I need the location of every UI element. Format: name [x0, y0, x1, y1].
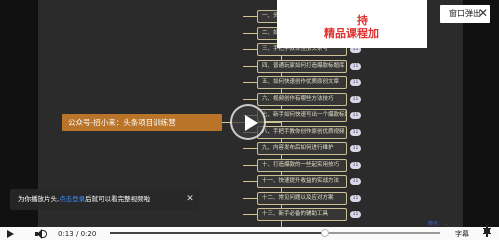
mindmap-node-badge: 11 [350, 145, 361, 152]
mindmap-node-badge: 11 [350, 79, 361, 86]
watermark: 微信：... [428, 221, 448, 227]
fullscreen-icon [483, 225, 491, 237]
close-icon[interactable]: ✕ [476, 4, 490, 22]
mindmap-node-badge: 11 [350, 194, 361, 202]
play-overlay-button[interactable] [230, 104, 266, 140]
mindmap-branch [243, 32, 257, 34]
duration: 0:20 [80, 230, 97, 238]
mindmap-branch [243, 65, 257, 67]
toast-close-icon[interactable]: ✕ [185, 189, 195, 210]
mindmap-branch [243, 164, 257, 166]
progress-handle[interactable] [320, 229, 329, 237]
mindmap-branch [243, 197, 257, 199]
play-button[interactable] [4, 228, 18, 240]
mindmap-node-badge: 11 [350, 112, 361, 119]
mindmap-node: 十三、新手必备的辅助工具 [257, 208, 347, 221]
mindmap-branch [243, 148, 257, 149]
mindmap-node: 五、如何快速创作优质原创文章 [257, 76, 347, 89]
mindmap-branch [243, 98, 257, 100]
mindmap-node-badge: 11 [350, 178, 361, 185]
login-prompt-toast: 为你播放片头,点击登录后就可以看完整视频啦 ✕ [10, 189, 199, 210]
toast-suffix: 后就可以看完整视频啦 [85, 195, 151, 203]
play-icon [245, 115, 258, 131]
mindmap-node-badge: 11 [350, 95, 361, 103]
mindmap-node: 十二、常见问题以及应对方案 [257, 191, 347, 205]
promo-banner: 持 精品课程加 [277, 0, 427, 48]
time-separator: / [75, 230, 79, 238]
toast-prefix: 为你播放片头, [18, 195, 60, 203]
mindmap-node-badge: 11 [350, 211, 361, 218]
current-time: 0:13 [58, 230, 74, 238]
mindmap-node: 十、打造爆款的一些起实用技巧 [257, 158, 347, 172]
mindmap-node: 九、内容发布后如何进行维护 [257, 142, 347, 155]
play-icon [7, 230, 14, 238]
mindmap-node: 四、普通玩家如何打造爆款标题库 [257, 59, 347, 73]
mindmap-node: 六、视频创作有哪些方法技巧 [257, 92, 347, 106]
mindmap-node-badge: 11 [350, 128, 361, 136]
mindmap-branch [243, 214, 257, 215]
time-display: 0:13 / 0:20 [58, 228, 106, 240]
captions-button[interactable]: 字幕 [455, 228, 477, 240]
fullscreen-button[interactable] [483, 225, 496, 240]
mindmap-node: 七、新手如何快速写出一个爆款标题 [257, 109, 347, 122]
mindmap-node-badge: 11 [350, 62, 361, 70]
mindmap-branch [243, 82, 257, 83]
mindmap-branch [243, 181, 257, 182]
promo-line-2: 精品课程加 [324, 27, 379, 40]
volume-button[interactable] [34, 228, 48, 240]
mindmap-node: 八、手把手教你创作原创优质视频 [257, 125, 347, 139]
login-link[interactable]: 点击登录 [59, 195, 85, 203]
video-player[interactable]: 公众号-招小来：头条项目训练营 一、头条项目基本介绍二、如何选择一个适合的领域三… [0, 0, 499, 240]
mindmap-branch [243, 16, 257, 17]
progress-fill [110, 232, 325, 234]
mindmap-branch [243, 49, 257, 50]
mindmap-root-node: 公众号-招小来：头条项目训练营 [62, 114, 222, 131]
mindmap-node-badge: 11 [350, 161, 361, 169]
mindmap-node: 十一、快速提升收益的实战方法 [257, 175, 347, 188]
